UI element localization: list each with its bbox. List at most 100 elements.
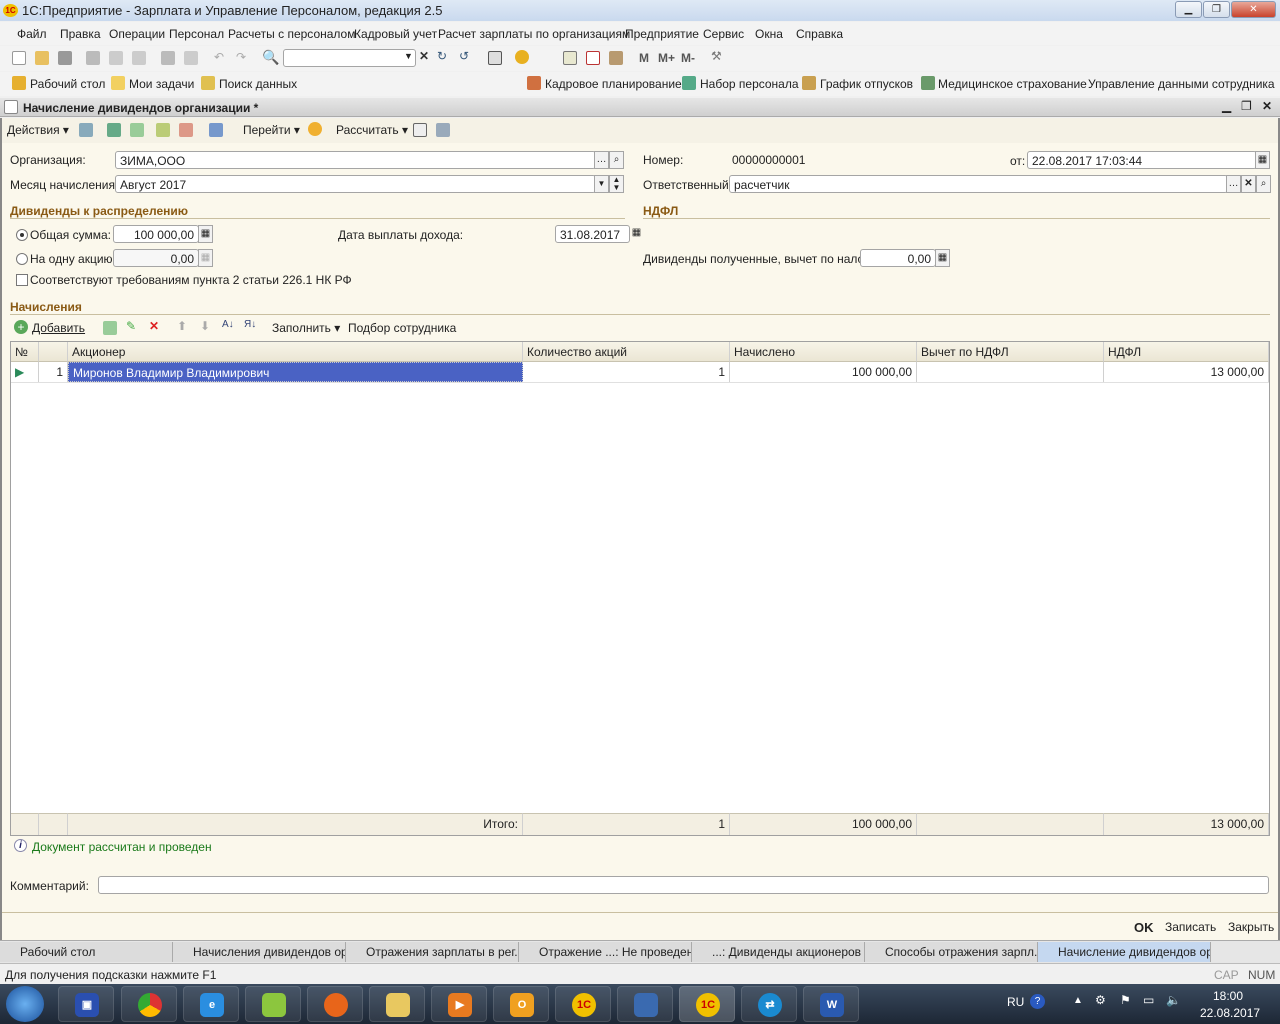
preview-icon[interactable] [184,51,198,65]
total-sum-field[interactable]: 100 000,00 [113,225,199,243]
deduction-cell[interactable] [917,362,1104,382]
messenger-icon[interactable] [262,993,286,1017]
structure-icon[interactable] [413,123,427,137]
calculator-icon[interactable]: ▦ [198,249,213,267]
memory-minus-button[interactable]: M- [681,51,695,65]
calculate-menu[interactable]: Рассчитать ▾ [336,123,408,137]
unpost-icon[interactable] [179,123,193,137]
delete-icon[interactable]: ✕ [149,319,159,333]
network-icon[interactable]: ▭ [1143,993,1154,1007]
outlook-icon[interactable]: O [510,993,534,1017]
medical-insurance-button[interactable]: Медицинское страхование [938,77,1087,91]
month-field[interactable]: Август 2017 [115,175,596,193]
my-tasks-button[interactable]: Мои задачи [129,77,194,91]
vacation-schedule-button[interactable]: График отпусков [820,77,913,91]
floppy-app-icon[interactable]: ▣ [75,993,99,1017]
start-button[interactable] [6,986,44,1022]
comment-field[interactable] [98,876,1269,894]
chevron-down-icon[interactable]: ▼ [594,175,609,193]
received-dividends-field[interactable]: 0,00 [860,249,936,267]
language-indicator[interactable]: RU [1007,995,1024,1009]
col-deduction[interactable]: Вычет по НДФЛ [917,342,1104,362]
calendar-icon[interactable] [586,51,600,65]
tray-expand-icon[interactable]: ▲ [1073,995,1083,1006]
print-icon[interactable] [161,51,175,65]
undo-icon[interactable]: ↶ [214,50,224,64]
based-on-icon[interactable] [209,123,223,137]
new-icon[interactable] [12,51,26,65]
cut-icon[interactable] [86,51,100,65]
maximize-button[interactable]: ❐ [1203,1,1230,18]
date-field[interactable]: 22.08.2017 17:03:44 [1027,151,1257,169]
organization-field[interactable]: ЗИМА,ООО [115,151,596,169]
menu-file[interactable]: Файл [17,27,47,41]
calendar-icon[interactable]: ▦ [1255,151,1270,169]
calculator-icon[interactable]: ▦ [198,225,213,243]
menu-payroll[interactable]: Расчет зарплаты по организациям [438,27,630,41]
window-tab[interactable]: Рабочий стол [0,942,173,962]
copy-doc-icon[interactable] [130,123,144,137]
menu-edit[interactable]: Правка [60,27,101,41]
close-window-button[interactable]: ✕ [1231,1,1276,18]
find-next-icon[interactable]: ↻ [437,49,447,63]
volume-icon[interactable]: 🔈 [1166,993,1181,1007]
window-tab[interactable]: Способы отражения зарпл... [865,942,1038,962]
windows-icon[interactable] [488,51,502,65]
move-down-icon[interactable]: ⬇ [200,319,210,333]
info-icon[interactable] [515,50,529,64]
hr-planning-button[interactable]: Кадровое планирование [545,77,682,91]
menu-help[interactable]: Справка [796,27,843,41]
open-icon[interactable] [35,51,49,65]
data-search-button[interactable]: Поиск данных [219,77,297,91]
payment-date-field[interactable]: 31.08.2017 [555,225,630,243]
move-up-icon[interactable]: ⬆ [177,319,187,333]
responsible-field[interactable]: расчетчик [729,175,1228,193]
window-tab[interactable]: Отражения зарплаты в рег... [346,942,519,962]
redo-icon[interactable]: ↷ [236,50,246,64]
col-accrued[interactable]: Начислено [730,342,917,362]
memory-m-button[interactable]: M [639,51,649,65]
paste-icon[interactable] [132,51,146,65]
open-search-icon[interactable]: ⌕ [1256,175,1271,193]
sort-asc-icon[interactable]: A↓ [222,319,234,330]
menu-operations[interactable]: Операции [109,27,165,41]
clock-date[interactable]: 22.08.2017 [1200,1006,1260,1020]
copy-icon[interactable] [109,51,123,65]
actions-menu[interactable]: Действия ▾ [7,123,69,137]
compliance-checkbox[interactable] [16,274,28,286]
pick-employee-button[interactable]: Подбор сотрудника [348,321,456,335]
menu-personnel[interactable]: Персонал [169,27,224,41]
sort-desc-icon[interactable]: Я↓ [244,319,256,330]
goto-menu[interactable]: Перейти ▾ [243,123,300,137]
search-icon[interactable]: 🔍 [262,49,279,66]
month-stepper[interactable]: ▲ ▼ [609,175,624,193]
menu-settlements[interactable]: Расчеты с персоналом [228,27,355,41]
save-button[interactable]: Записать [1165,920,1216,934]
window-tab[interactable]: Начисления дивидендов ор... [173,942,346,962]
window-tab[interactable]: ...: Дивиденды акционеров * [692,942,865,962]
doc-close-button[interactable]: ✕ [1262,99,1272,113]
memory-plus-button[interactable]: M+ [658,51,675,65]
accrued-cell[interactable]: 100 000,00 [730,362,917,382]
shareholder-cell[interactable]: Миронов Владимир Владимирович [68,362,523,382]
employee-data-button[interactable]: Управление данными сотрудника [1088,77,1275,91]
post-close-icon[interactable] [79,123,93,137]
doc-restore-button[interactable]: ❐ [1241,99,1252,113]
select-button[interactable]: … [1226,175,1241,193]
window-tab-active[interactable]: Начисление дивидендов ор... [1038,942,1211,962]
1c-active-icon[interactable]: 1С [696,993,720,1017]
firefox-icon[interactable] [324,993,348,1017]
word-icon[interactable]: W [820,993,844,1017]
menu-hr[interactable]: Кадровый учет [354,27,437,41]
calendar-icon[interactable]: ▦ [629,225,644,243]
teamviewer-icon[interactable]: ⇄ [758,993,782,1017]
refresh-icon[interactable] [107,123,121,137]
per-share-field[interactable]: 0,00 [113,249,199,267]
calculator-icon[interactable]: ▦ [935,249,950,267]
copy-row-icon[interactable] [103,321,117,335]
post-icon[interactable] [156,123,170,137]
minimize-button[interactable]: ▁ [1175,1,1202,18]
shares-cell[interactable]: 1 [523,362,730,382]
action-center-icon[interactable]: ⚑ [1120,993,1131,1007]
add-button[interactable]: Добавить [32,321,85,335]
